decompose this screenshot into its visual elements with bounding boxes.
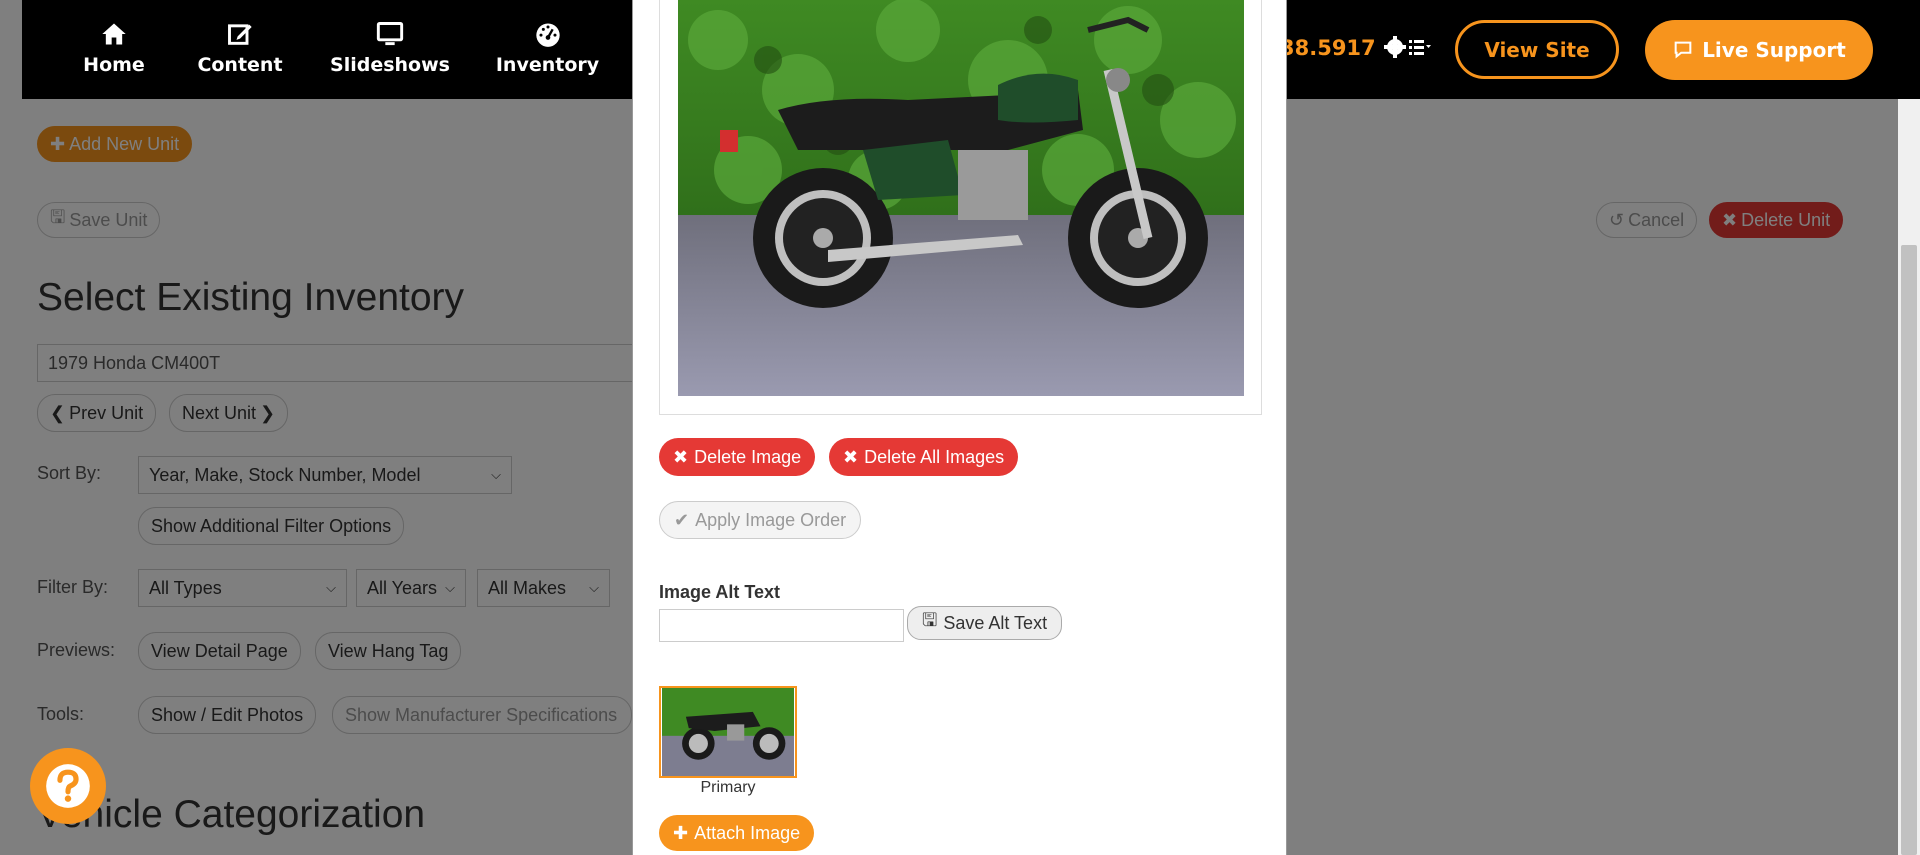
motorcycle-photo (678, 0, 1244, 396)
nav-item-home[interactable]: Home (64, 20, 164, 76)
view-site-button[interactable]: View Site (1455, 20, 1619, 79)
attach-image-button[interactable]: ✚ Attach Image (659, 815, 815, 851)
phone-number[interactable]: 38.5917 (1280, 36, 1376, 60)
alt-text-input[interactable] (659, 609, 904, 642)
photo-editor-modal: ✖ Delete Image ✖ Delete All Images ✔ Apply … (632, 0, 1287, 855)
apply-image-order-button[interactable]: ✔ Apply Image Order (659, 501, 862, 539)
image-thumbnail[interactable] (659, 686, 797, 778)
gear-icon (1384, 36, 1431, 58)
settings-menu[interactable] (1384, 34, 1432, 64)
help-button[interactable] (30, 748, 106, 824)
delete-image-button[interactable]: ✖ Delete Image (659, 438, 816, 476)
nav-item-slideshows[interactable]: Slideshows (312, 20, 468, 76)
close-icon: ✖ (843, 446, 859, 467)
nav-item-inventory[interactable]: Inventory (475, 20, 620, 76)
edit-icon (175, 20, 305, 50)
check-icon: ✔ (674, 509, 690, 530)
thumbnail-caption: Primary (700, 779, 756, 796)
question-icon (46, 764, 90, 808)
alt-text-label: Image Alt Text (659, 582, 781, 602)
monitor-icon (312, 20, 468, 50)
live-support-button[interactable]: Live Support (1645, 20, 1873, 80)
close-icon: ✖ (673, 446, 689, 467)
dashboard-icon (475, 20, 620, 50)
save-icon: 🖫 (922, 610, 938, 630)
nav-item-content[interactable]: Content (175, 20, 305, 76)
save-alt-text-button[interactable]: 🖫 Save Alt Text (907, 606, 1063, 640)
chat-icon (1674, 41, 1692, 59)
plus-icon: ✚ (673, 822, 689, 843)
home-icon (64, 20, 164, 50)
page-scrollbar-thumb[interactable] (1901, 245, 1917, 855)
delete-all-images-button[interactable]: ✖ Delete All Images (829, 438, 1019, 476)
photo-preview-frame (659, 0, 1262, 415)
